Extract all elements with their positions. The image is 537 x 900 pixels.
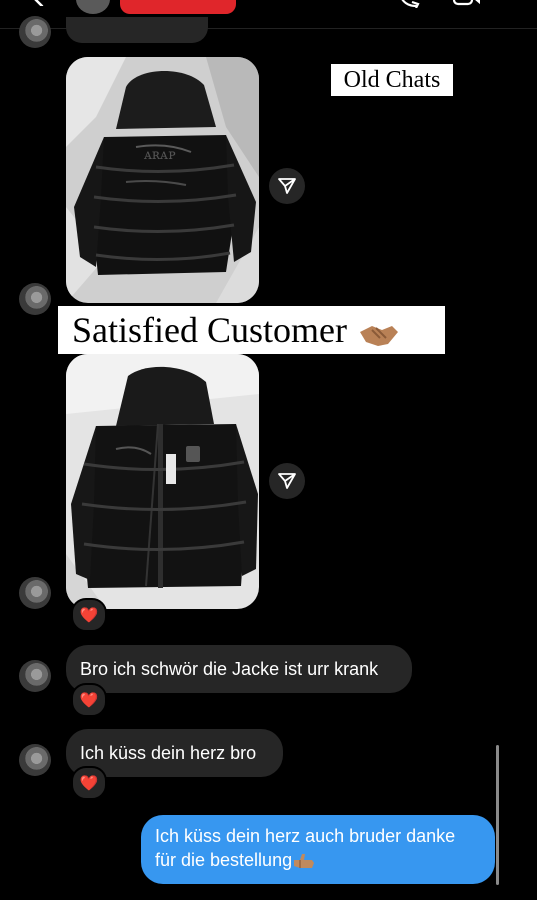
sent-message-text: für die bestellung	[155, 850, 293, 870]
contact-avatar	[19, 744, 51, 776]
contact-name-badge[interactable]	[120, 0, 236, 14]
heart-icon: ❤️	[79, 775, 99, 792]
heart-reaction[interactable]: ❤️	[71, 766, 107, 800]
share-button[interactable]	[269, 168, 305, 204]
share-button[interactable]	[269, 463, 305, 499]
video-camera-icon[interactable]	[452, 0, 480, 8]
phone-icon[interactable]	[398, 0, 420, 8]
contact-avatar	[19, 16, 51, 48]
jacket-photo-1: ᴀʀᴀᴘ	[66, 57, 259, 303]
scrollbar[interactable]	[496, 745, 499, 885]
previous-message-bubble[interactable]	[66, 17, 208, 43]
contact-avatar	[19, 577, 51, 609]
contact-avatar[interactable]	[76, 0, 110, 14]
contact-avatar	[19, 660, 51, 692]
sent-message[interactable]: Ich küss dein herz auch bruder danke für…	[141, 815, 495, 884]
contact-avatar	[19, 283, 51, 315]
sent-message-line-2: für die bestellung	[155, 848, 481, 872]
caption-satisfied-customer: Satisfied Customer	[58, 306, 445, 354]
photo-message-jacket-1[interactable]: ᴀʀᴀᴘ	[66, 57, 259, 303]
caption-old-chats: Old Chats	[331, 64, 453, 96]
heart-icon: ❤️	[79, 607, 99, 624]
thumbs-emoji	[294, 854, 315, 869]
message-text: Ich küss dein herz bro	[80, 743, 257, 763]
photo-message-jacket-2[interactable]	[66, 354, 259, 609]
heart-reaction[interactable]: ❤️	[71, 683, 107, 717]
paper-plane-icon	[278, 178, 296, 194]
jacket-photo-2	[66, 354, 259, 609]
message-text: Bro ich schwör die Jacke ist urr krank	[80, 659, 379, 679]
sent-message-line-1: Ich küss dein herz auch bruder danke	[155, 826, 456, 846]
received-message[interactable]: Bro ich schwör die Jacke ist urr krank	[66, 645, 412, 693]
heart-reaction[interactable]: ❤️	[71, 598, 107, 632]
handshake-emoji	[359, 325, 398, 346]
paper-plane-icon	[278, 473, 296, 489]
heart-icon: ❤️	[79, 692, 99, 709]
chevron-left-icon[interactable]	[30, 0, 46, 6]
caption-satisfied-text: Satisfied Customer	[72, 310, 347, 350]
svg-text:ᴀʀᴀᴘ: ᴀʀᴀᴘ	[143, 147, 176, 163]
